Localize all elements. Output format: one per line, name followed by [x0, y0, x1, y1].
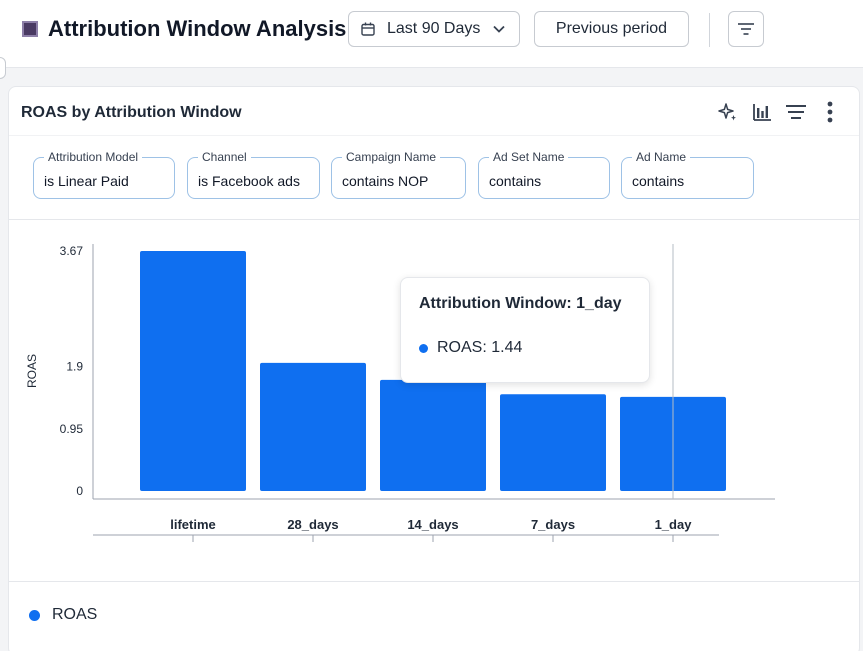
x-tick-label: 28_days — [287, 517, 338, 532]
legend-dot-icon — [29, 609, 40, 621]
bar-28_days — [260, 362, 366, 491]
tooltip-series-dot-icon — [419, 343, 428, 353]
bar-7_days — [500, 394, 606, 491]
header-divider — [709, 13, 710, 47]
bar-14_days — [380, 379, 486, 491]
tooltip-row: ROAS: 1.44 — [419, 339, 522, 357]
top-bar: Attribution Window Analysis Last 90 Days… — [0, 0, 863, 68]
legend-item-roas[interactable]: ROAS — [29, 606, 97, 624]
date-range-label: Last 90 Days — [387, 20, 481, 37]
bar-lifetime — [140, 251, 246, 491]
page-title: Attribution Window Analysis — [48, 16, 347, 41]
legend-divider — [9, 581, 859, 582]
date-range-dropdown[interactable]: Last 90 Days — [348, 11, 520, 47]
x-tick-label: lifetime — [170, 517, 216, 532]
chevron-down-icon — [493, 25, 506, 33]
chart-tooltip: Attribution Window: 1_day ROAS: 1.44 — [400, 277, 650, 383]
chart-card: ROAS by Attribution Window Attribution M… — [8, 86, 860, 651]
y-tick-label: 0 — [76, 484, 83, 498]
compare-period-label: Previous period — [555, 20, 668, 37]
x-tick-label: 14_days — [407, 517, 458, 532]
calendar-icon — [361, 22, 375, 36]
y-axis-title: ROAS — [25, 354, 39, 388]
filter-toggle-button[interactable] — [728, 11, 764, 47]
tooltip-title: Attribution Window: 1_day — [419, 295, 622, 312]
title-color-square-icon — [22, 21, 38, 37]
compare-period-button[interactable]: Previous period — [534, 11, 689, 47]
tooltip-value: ROAS: 1.44 — [437, 339, 523, 356]
legend-label: ROAS — [52, 606, 98, 623]
y-tick-label: 1.9 — [66, 360, 83, 374]
x-tick-label: 1_day — [655, 517, 693, 532]
y-tick-label: 3.67 — [60, 244, 84, 258]
collapse-handle[interactable] — [0, 57, 6, 79]
x-tick-label: 7_days — [531, 517, 575, 532]
y-tick-label: 0.95 — [60, 422, 84, 436]
filter-lines-icon — [738, 23, 754, 35]
